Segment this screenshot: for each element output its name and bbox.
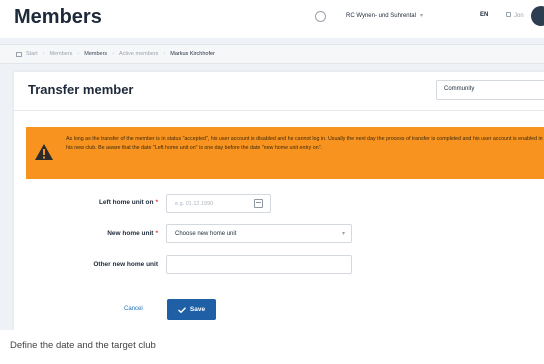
breadcrumb-separator: › — [163, 51, 166, 57]
save-button[interactable]: Save — [167, 299, 216, 320]
breadcrumb-members[interactable]: Members — [49, 51, 72, 57]
avatar[interactable] — [531, 6, 544, 26]
breadcrumb-current: Markus Kirchhofer — [170, 51, 215, 57]
divider — [14, 110, 544, 111]
page-title: Members — [14, 6, 102, 28]
card-title: Transfer member — [28, 82, 134, 97]
new-home-label: New home unit * — [8, 230, 158, 237]
new-home-select[interactable]: Choose new home unit ▾ — [166, 224, 352, 243]
breadcrumb-start[interactable]: Start — [26, 51, 38, 57]
breadcrumb-active-members[interactable]: Active members — [119, 51, 158, 57]
transfer-card: Transfer member Community As long as the… — [14, 72, 544, 330]
breadcrumb-separator: › — [112, 51, 114, 57]
check-icon — [177, 306, 186, 313]
caption: Define the date and the target club — [10, 340, 156, 351]
app-screenshot: Members RC Wynen- und Suhrental ▾ EN Jon … — [0, 0, 544, 330]
warning-alert: As long as the transfer of the member is… — [26, 127, 544, 179]
breadcrumb: Start › Members › Members › Active membe… — [0, 44, 544, 64]
community-select[interactable]: Community — [436, 80, 544, 100]
top-header: Members RC Wynen- und Suhrental ▾ EN Jon — [0, 0, 544, 38]
home-icon[interactable] — [16, 51, 22, 57]
language-switch[interactable]: EN — [480, 12, 488, 18]
cancel-button[interactable]: Cancel — [124, 306, 143, 312]
chevron-down-icon: ▾ — [341, 231, 345, 237]
left-home-label: Left home unit on * — [8, 199, 158, 206]
club-select[interactable]: RC Wynen- und Suhrental ▾ — [346, 12, 423, 19]
new-home-select-value: Choose new home unit — [175, 231, 237, 237]
new-home-label-text: New home unit — [107, 230, 154, 237]
breadcrumb-members-list[interactable]: Members — [84, 51, 107, 57]
required-marker: * — [155, 230, 158, 237]
save-button-label: Save — [189, 306, 206, 313]
user-name: Jon — [514, 13, 524, 19]
other-home-label: Other new home unit — [93, 261, 158, 268]
alert-message: As long as the transfer of the member is… — [66, 136, 543, 151]
required-marker: * — [155, 199, 158, 206]
breadcrumb-separator: › — [42, 51, 45, 57]
user-menu[interactable]: Jon — [506, 12, 524, 19]
globe-icon[interactable] — [315, 11, 326, 22]
left-home-label-text: Left home unit on — [98, 199, 154, 206]
club-select-value: RC Wynen- und Suhrental — [346, 13, 416, 19]
breadcrumb-separator: › — [77, 51, 80, 57]
calendar-icon[interactable] — [254, 199, 263, 208]
warning-icon — [35, 144, 53, 160]
chevron-down-icon: ▾ — [419, 13, 423, 19]
user-icon — [506, 12, 511, 17]
other-home-input[interactable] — [166, 255, 352, 274]
